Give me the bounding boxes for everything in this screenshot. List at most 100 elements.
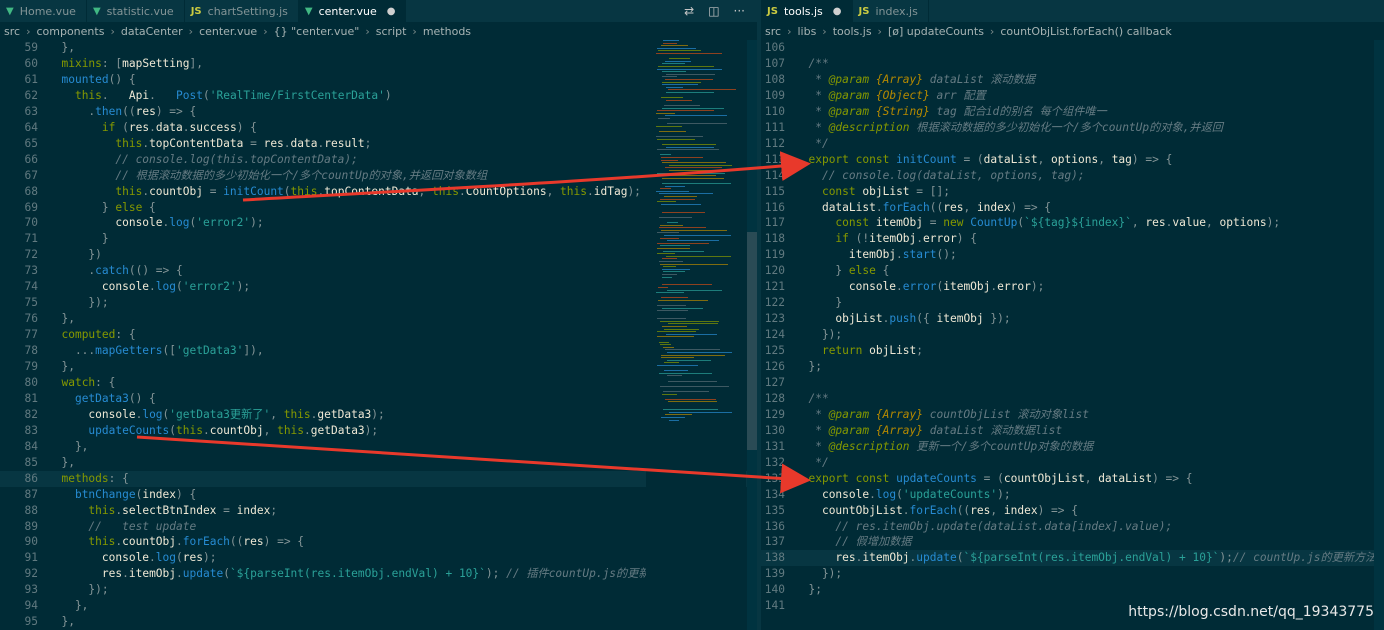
- code-line[interactable]: 59 },: [0, 40, 757, 56]
- code-line[interactable]: 129 * @param {Array} countObjList 滚动对象li…: [761, 407, 1384, 423]
- code-line[interactable]: 86 methods: {: [0, 470, 757, 487]
- code-line[interactable]: 78 ...mapGetters(['getData3']),: [0, 343, 757, 359]
- code-line[interactable]: 115 const objList = [];: [761, 184, 1384, 200]
- code-line[interactable]: 87 btnChange(index) {: [0, 487, 757, 503]
- code-line[interactable]: 81 getData3() {: [0, 391, 757, 407]
- code-line[interactable]: 79 },: [0, 359, 757, 375]
- code-line[interactable]: 140 };: [761, 582, 1384, 598]
- left-code-area[interactable]: 59 }, 60 mixins: [mapSetting], 61 mounted(…: [0, 40, 757, 630]
- breadcrumb-item[interactable]: center.vue: [199, 25, 257, 38]
- code-line[interactable]: 134 console.log('updateCounts');: [761, 487, 1384, 503]
- code-line[interactable]: 71 }: [0, 231, 757, 247]
- code-line[interactable]: 90 this.countObj.forEach((res) => {: [0, 534, 757, 550]
- git-compare-icon[interactable]: ⇄: [684, 4, 694, 18]
- minimap[interactable]: [646, 40, 746, 630]
- code-line[interactable]: 74 console.log('error2');: [0, 279, 757, 295]
- breadcrumb-item[interactable]: [ø] updateCounts: [888, 25, 984, 38]
- code-line[interactable]: 125 return objList;: [761, 343, 1384, 359]
- code-line[interactable]: 93 });: [0, 582, 757, 598]
- breadcrumb-item[interactable]: src: [4, 25, 20, 38]
- code-line[interactable]: 122 }: [761, 295, 1384, 311]
- code-line[interactable]: 65 this.topContentData = res.data.result…: [0, 136, 757, 152]
- code-line[interactable]: 137 // 假增加数据: [761, 534, 1384, 550]
- code-line[interactable]: 77 computed: {: [0, 327, 757, 343]
- code-line[interactable]: 68 this.countObj = initCount(this.topCon…: [0, 184, 757, 200]
- vertical-scrollbar[interactable]: [747, 40, 757, 630]
- breadcrumb-item[interactable]: dataCenter: [121, 25, 183, 38]
- code-line[interactable]: 92 res.itemObj.update(`${parseInt(res.it…: [0, 566, 757, 582]
- code-line[interactable]: 89 // test update: [0, 519, 757, 535]
- code-line[interactable]: 118 if (!itemObj.error) {: [761, 231, 1384, 247]
- code-line[interactable]: 76 },: [0, 311, 757, 327]
- breadcrumb-item[interactable]: {} "center.vue": [274, 25, 360, 38]
- code-line[interactable]: 130 * @param {Array} dataList 滚动数据list: [761, 423, 1384, 439]
- code-line[interactable]: 66 // console.log(this.topContentData);: [0, 152, 757, 168]
- right-code-area[interactable]: 106 107 /** 108 * @param {Array} dataList …: [761, 40, 1384, 630]
- code-line[interactable]: 138 res.itemObj.update(`${parseInt(res.i…: [761, 550, 1384, 567]
- unsaved-dot-icon[interactable]: ●: [387, 6, 396, 17]
- code-line[interactable]: 109 * @param {Object} arr 配置: [761, 88, 1384, 104]
- code-line[interactable]: 73 .catch(() => {: [0, 263, 757, 279]
- split-editor-icon[interactable]: ◫: [708, 4, 719, 18]
- scrollbar-thumb[interactable]: [747, 232, 757, 450]
- tab-chartSetting-js[interactable]: JS chartSetting.js: [184, 0, 299, 22]
- code-line[interactable]: 133 export const updateCounts = (countOb…: [761, 471, 1384, 487]
- breadcrumb-item[interactable]: tools.js: [833, 25, 872, 38]
- code-line[interactable]: 107 /**: [761, 56, 1384, 72]
- code-line[interactable]: 135 countObjList.forEach((res, index) =>…: [761, 503, 1384, 519]
- code-line[interactable]: 139 });: [761, 566, 1384, 582]
- code-line[interactable]: 80 watch: {: [0, 375, 757, 391]
- code-line[interactable]: 123 objList.push({ itemObj });: [761, 311, 1384, 327]
- code-line[interactable]: 116 dataList.forEach((res, index) => {: [761, 200, 1384, 216]
- code-line[interactable]: 85 },: [0, 455, 757, 471]
- code-line[interactable]: 110 * @param {String} tag 配合id的别名 每个组件唯一: [761, 104, 1384, 120]
- code-line[interactable]: 132 */: [761, 455, 1384, 471]
- code-line[interactable]: 61 mounted() {: [0, 72, 757, 88]
- code-line[interactable]: 127: [761, 375, 1384, 391]
- code-line[interactable]: 120 } else {: [761, 263, 1384, 279]
- code-line[interactable]: 72 }): [0, 247, 757, 263]
- code-line[interactable]: 63 .then((res) => {: [0, 104, 757, 120]
- breadcrumb-item[interactable]: components: [36, 25, 104, 38]
- code-line[interactable]: 121 console.error(itemObj.error);: [761, 279, 1384, 295]
- tab-Home-vue[interactable]: ▼ Home.vue: [0, 0, 87, 22]
- tab-index-js[interactable]: JS index.js: [852, 0, 929, 22]
- code-line[interactable]: 126 };: [761, 359, 1384, 375]
- tab-center-vue[interactable]: ▼ center.vue ●: [298, 0, 407, 22]
- code-line[interactable]: 60 mixins: [mapSetting],: [0, 56, 757, 72]
- code-line[interactable]: 69 } else {: [0, 200, 757, 216]
- code-line[interactable]: 112 */: [761, 136, 1384, 152]
- code-line[interactable]: 106: [761, 40, 1384, 56]
- code-line[interactable]: 136 // res.itemObj.update(dataList.data[…: [761, 519, 1384, 535]
- code-line[interactable]: 117 const itemObj = new CountUp(`${tag}$…: [761, 215, 1384, 231]
- code-line[interactable]: 64 if (res.data.success) {: [0, 120, 757, 136]
- breadcrumb-item[interactable]: methods: [423, 25, 471, 38]
- code-line[interactable]: 131 * @description 更新一个/多个countUp对象的数据: [761, 439, 1384, 455]
- breadcrumb-item[interactable]: libs: [797, 25, 816, 38]
- tab-tools-js[interactable]: JS tools.js ●: [761, 0, 853, 22]
- breadcrumb-item[interactable]: script: [376, 25, 407, 38]
- code-line[interactable]: 119 itemObj.start();: [761, 247, 1384, 263]
- breadcrumb-item[interactable]: countObjList.forEach() callback: [1000, 25, 1171, 38]
- right-vertical-scrollbar[interactable]: [1374, 40, 1384, 630]
- code-line[interactable]: 88 this.selectBtnIndex = index;: [0, 503, 757, 519]
- code-line[interactable]: 113 export const initCount = (dataList, …: [761, 152, 1384, 168]
- code-line[interactable]: 62 this. Api. Post('RealTime/FirstCenter…: [0, 88, 757, 104]
- breadcrumb-item[interactable]: src: [765, 25, 781, 38]
- unsaved-dot-icon[interactable]: ●: [833, 6, 842, 17]
- code-line[interactable]: 108 * @param {Array} dataList 滚动数据: [761, 72, 1384, 88]
- code-line[interactable]: 111 * @description 根据滚动数据的多少初始化一个/多个coun…: [761, 120, 1384, 136]
- code-line[interactable]: 75 });: [0, 295, 757, 311]
- more-actions-icon[interactable]: ···: [734, 4, 745, 18]
- code-line[interactable]: 95 },: [0, 614, 757, 630]
- code-line[interactable]: 70 console.log('error2');: [0, 215, 757, 231]
- code-line[interactable]: 114 // console.log(dataList, options, ta…: [761, 168, 1384, 184]
- code-line[interactable]: 94 },: [0, 598, 757, 614]
- code-line[interactable]: 124 });: [761, 327, 1384, 343]
- code-line[interactable]: 128 /**: [761, 391, 1384, 407]
- code-line[interactable]: 83 updateCounts(this.countObj, this.getD…: [0, 423, 757, 439]
- code-line[interactable]: 84 },: [0, 439, 757, 455]
- code-line[interactable]: 91 console.log(res);: [0, 550, 757, 566]
- code-line[interactable]: 82 console.log('getData3更新了', this.getDa…: [0, 407, 757, 423]
- code-line[interactable]: 67 // 根据滚动数据的多少初始化一个/多个countUp的对象,并返回对象数…: [0, 168, 757, 184]
